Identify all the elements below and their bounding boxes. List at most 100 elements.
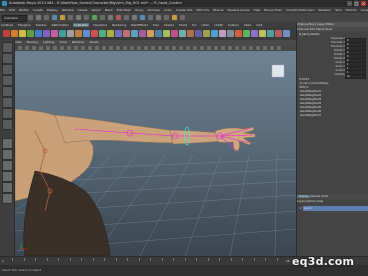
- input-node-item[interactable]: blendWeighted1: [300, 90, 321, 93]
- layer-menu-options[interactable]: Options: [306, 200, 316, 203]
- shelf-tab[interactable]: Dynamics: [92, 23, 108, 27]
- side-by-side-layout-icon[interactable]: [2, 160, 13, 171]
- shelf-tool-icon[interactable]: [115, 30, 122, 37]
- shelf-tool-icon[interactable]: [163, 30, 170, 37]
- four-view-layout-icon[interactable]: [2, 149, 13, 160]
- panel-toolbar-icon[interactable]: [60, 46, 64, 50]
- shelf-tool-icon[interactable]: [59, 30, 66, 37]
- shelf-tool-icon[interactable]: [27, 30, 34, 37]
- shelf-tool-icon[interactable]: [35, 30, 42, 37]
- cb-menu-object[interactable]: Object: [316, 28, 324, 31]
- panel-toolbar-icon[interactable]: [32, 46, 36, 50]
- menu-item[interactable]: Select: [91, 8, 100, 12]
- cb-menu-edit[interactable]: Edit: [310, 28, 315, 31]
- panel-toolbar-icon[interactable]: [39, 46, 43, 50]
- input-node-item[interactable]: blendWeighted5: [300, 106, 321, 109]
- panel-toolbar-icon[interactable]: [207, 46, 211, 50]
- menu-item[interactable]: Display: [47, 8, 58, 12]
- layer-row[interactable]: V layer1: [298, 206, 368, 211]
- shelf-tool-icon[interactable]: [195, 30, 202, 37]
- shelf-tab[interactable]: GoZ: [255, 23, 263, 27]
- input-node-item[interactable]: blendWeighted2: [300, 94, 321, 97]
- menu-item[interactable]: File: [0, 8, 5, 12]
- panel-toolbar-icon[interactable]: [144, 46, 148, 50]
- shelf-tool-icon[interactable]: [107, 30, 114, 37]
- shelf-tool-icon[interactable]: [43, 30, 50, 37]
- shelf-tool-icon[interactable]: [219, 30, 226, 37]
- shelf-tab[interactable]: Rendering: [111, 23, 127, 27]
- status-line-tool-icon[interactable]: [164, 15, 169, 20]
- shelf-tool-icon[interactable]: [19, 30, 26, 37]
- scale-tool-icon[interactable]: [2, 97, 13, 108]
- panel-toolbar-icon[interactable]: [263, 46, 267, 50]
- menu-item[interactable]: Edit Mesh: [117, 8, 132, 12]
- shelf-tool-icon[interactable]: [75, 30, 82, 37]
- panel-toolbar-icon[interactable]: [179, 46, 183, 50]
- shelf-tab[interactable]: Toon: [152, 23, 160, 27]
- panel-toolbar-icon[interactable]: [25, 46, 29, 50]
- shelf-tool-icon[interactable]: [259, 30, 266, 37]
- status-line-tool-icon[interactable]: [140, 15, 145, 20]
- layer-menu-help[interactable]: Help: [317, 200, 323, 203]
- shelf-tab[interactable]: nHair: [201, 23, 211, 27]
- minimize-button[interactable]: –: [347, 1, 352, 6]
- panel-menu-item[interactable]: Lighting: [43, 40, 54, 44]
- input-node-item[interactable]: blendWeighted6: [300, 110, 321, 113]
- manipulator-tool-icon[interactable]: [2, 108, 13, 119]
- cb-menu-show[interactable]: Show: [325, 28, 332, 31]
- status-line-tool-icon[interactable]: [28, 15, 33, 20]
- shelf-tool-icon[interactable]: [147, 30, 154, 37]
- panel-toolbar-icon[interactable]: [256, 46, 260, 50]
- menu-item[interactable]: Assets: [78, 8, 88, 12]
- status-line-tool-icon[interactable]: [76, 15, 81, 20]
- status-line-tool-icon[interactable]: [84, 15, 89, 20]
- status-line-tool-icon[interactable]: [148, 15, 153, 20]
- shelf-tool-icon[interactable]: [211, 30, 218, 37]
- status-line-tool-icon[interactable]: [116, 15, 121, 20]
- menu-item[interactable]: Muscle: [213, 8, 223, 12]
- paint-select-tool-icon[interactable]: [2, 64, 13, 75]
- layer-tab-render[interactable]: Render: [311, 195, 320, 198]
- channel-attribute-value[interactable]: on: [345, 73, 366, 79]
- shelf-tool-icon[interactable]: [187, 30, 194, 37]
- layer-menu-layers[interactable]: Layers: [297, 200, 306, 203]
- menu-item[interactable]: Edit: [9, 8, 15, 12]
- layer-tab-anim[interactable]: Anim: [321, 195, 328, 198]
- shape-item[interactable]: R_hand_ControlShape: [300, 82, 328, 85]
- menu-item[interactable]: Color: [164, 8, 172, 12]
- status-line-tool-icon[interactable]: [60, 15, 65, 20]
- panel-toolbar-icon[interactable]: [109, 46, 113, 50]
- status-line-tool-icon[interactable]: [108, 15, 113, 20]
- select-tool-icon[interactable]: [2, 42, 13, 53]
- menu-item[interactable]: Normals: [148, 8, 160, 12]
- panel-toolbar-icon[interactable]: [130, 46, 134, 50]
- shelf-tool-icon[interactable]: [11, 30, 18, 37]
- menu-item[interactable]: Modify: [19, 8, 29, 12]
- shelf-tool-icon[interactable]: [227, 30, 234, 37]
- shelf-tab[interactable]: XGen: [243, 23, 253, 27]
- shelf-tool-icon[interactable]: [179, 30, 186, 37]
- panel-toolbar-icon[interactable]: [172, 46, 176, 50]
- panel-toolbar-icon[interactable]: [102, 46, 106, 50]
- panel-toolbar-icon[interactable]: [270, 46, 274, 50]
- panel-toolbar-icon[interactable]: [221, 46, 225, 50]
- menu-item[interactable]: Skin: [335, 8, 341, 12]
- shelf-tab[interactable]: Custom: [227, 23, 240, 27]
- shelf-tool-icon[interactable]: [267, 30, 274, 37]
- shelf-tool-icon[interactable]: [243, 30, 250, 37]
- status-line-tool-icon[interactable]: [52, 15, 57, 20]
- shelf-tool-icon[interactable]: [235, 30, 242, 37]
- panel-menu-item[interactable]: Shading: [27, 40, 38, 44]
- menu-item[interactable]: Edit UVs: [197, 8, 210, 12]
- panel-toolbar-icon[interactable]: [200, 46, 204, 50]
- shelf-tab[interactable]: Animation: [73, 23, 90, 27]
- shelf-tool-icon[interactable]: [83, 30, 90, 37]
- panel-toolbar-icon[interactable]: [158, 46, 162, 50]
- menu-item[interactable]: Smooth Deformers: [286, 8, 314, 12]
- status-line-tool-icon[interactable]: [156, 15, 161, 20]
- panel-toolbar-icon[interactable]: [88, 46, 92, 50]
- panel-toolbar-icon[interactable]: [67, 46, 71, 50]
- menu-item[interactable]: Mesh: [105, 8, 113, 12]
- lasso-tool-icon[interactable]: [2, 53, 13, 64]
- menu-item[interactable]: Window: [62, 8, 74, 12]
